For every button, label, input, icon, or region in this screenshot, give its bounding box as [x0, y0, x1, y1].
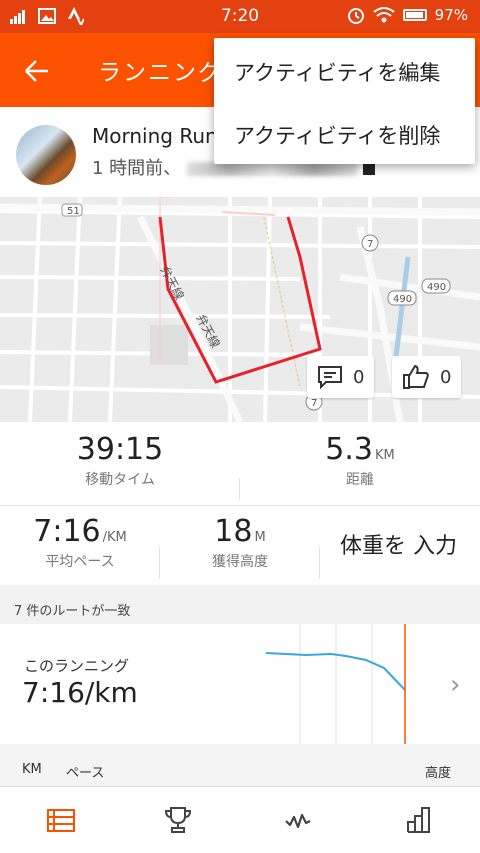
tab-overview[interactable]	[46, 805, 76, 835]
back-button[interactable]	[18, 51, 58, 91]
splits-header: KM ペース 高度	[0, 744, 480, 786]
list-table-icon	[47, 809, 75, 832]
kudos-button[interactable]: 0	[392, 356, 462, 398]
divider	[239, 478, 240, 500]
battery-percent: 97%	[434, 6, 468, 24]
splits-col-pace: ペース	[66, 766, 105, 781]
status-bar: 7:20 97%	[0, 0, 480, 33]
divider	[0, 505, 480, 506]
elevation-unit: M	[254, 530, 266, 545]
comment-count: 0	[353, 366, 365, 388]
distance-unit: KM	[374, 448, 395, 463]
menu-item-edit-activity[interactable]: アクティビティを編集	[234, 57, 440, 87]
trophy-icon	[164, 807, 192, 833]
this-run-pace: 7:16/km	[22, 676, 138, 709]
distance-value: 5.3	[325, 432, 373, 467]
thumbs-up-icon	[403, 364, 429, 389]
road-shield: 490	[393, 294, 412, 305]
avg-pace-stat: 7:16/KM 平均ペース	[10, 514, 150, 571]
road-shield: 51	[67, 206, 80, 217]
elevation-label: 獲得高度	[212, 554, 268, 570]
elevation-value: 18	[214, 514, 253, 549]
avg-pace-label: 平均ペース	[45, 554, 115, 570]
avg-pace-unit: /KM	[102, 530, 127, 545]
road-shield: 490	[427, 282, 446, 293]
alarm-icon	[347, 8, 364, 24]
elevation-stat: 18 M 獲得高度	[180, 514, 300, 571]
moving-time-stat: 39:15 移動タイム	[50, 432, 190, 489]
stats-panel: 39:15 移動タイム 5.3 KM 距離 7:16/KM 平均ペース 18 M 獲…	[0, 422, 480, 585]
tab-achievements[interactable]	[163, 805, 193, 835]
comment-icon	[318, 366, 342, 389]
distance-stat: 5.3 KM 距離	[290, 432, 430, 489]
splits-col-elevation: 高度	[425, 766, 452, 781]
distance-label: 距離	[346, 472, 374, 488]
route-comparison-chart	[266, 624, 406, 744]
status-icons-right: 97%	[347, 6, 468, 24]
splits-col-km: KM	[22, 762, 42, 777]
avg-pace-value: 7:16	[33, 514, 101, 549]
device-icon	[363, 163, 376, 175]
wifi-icon	[373, 7, 395, 23]
kudos-count: 0	[440, 366, 452, 388]
bottom-tab-bar	[0, 786, 480, 853]
page-title: ランニング	[98, 60, 223, 86]
pulse-icon	[285, 813, 311, 829]
road-shield: 7	[367, 239, 373, 250]
moving-time-label: 移動タイム	[85, 472, 155, 488]
divider	[159, 547, 160, 579]
overflow-menu: アクティビティを編集 アクティビティを削除	[214, 38, 475, 164]
menu-item-delete-activity[interactable]: アクティビティを削除	[234, 120, 440, 150]
comments-button[interactable]: 0	[307, 356, 375, 398]
road-shield: 7	[311, 398, 317, 409]
activity-name: Morning Run	[92, 124, 218, 148]
this-run-label: このランニング	[24, 657, 130, 675]
bar-chart-icon	[407, 807, 430, 833]
battery-icon	[402, 9, 427, 21]
arrow-left-icon	[25, 60, 48, 82]
divider	[319, 547, 320, 579]
tab-analysis[interactable]	[284, 805, 314, 835]
chevron-right-icon[interactable]: ›	[450, 670, 460, 700]
matched-routes-header: 7 件のルートが一致	[14, 604, 131, 619]
avatar[interactable]	[16, 125, 76, 185]
moving-time-value: 39:15	[76, 432, 164, 467]
enter-weight-button[interactable]: 体重を 入力	[340, 528, 457, 560]
activity-time-ago: 1 時間前、	[92, 158, 182, 179]
redacted-text	[187, 162, 358, 176]
tab-stats[interactable]	[405, 805, 435, 835]
